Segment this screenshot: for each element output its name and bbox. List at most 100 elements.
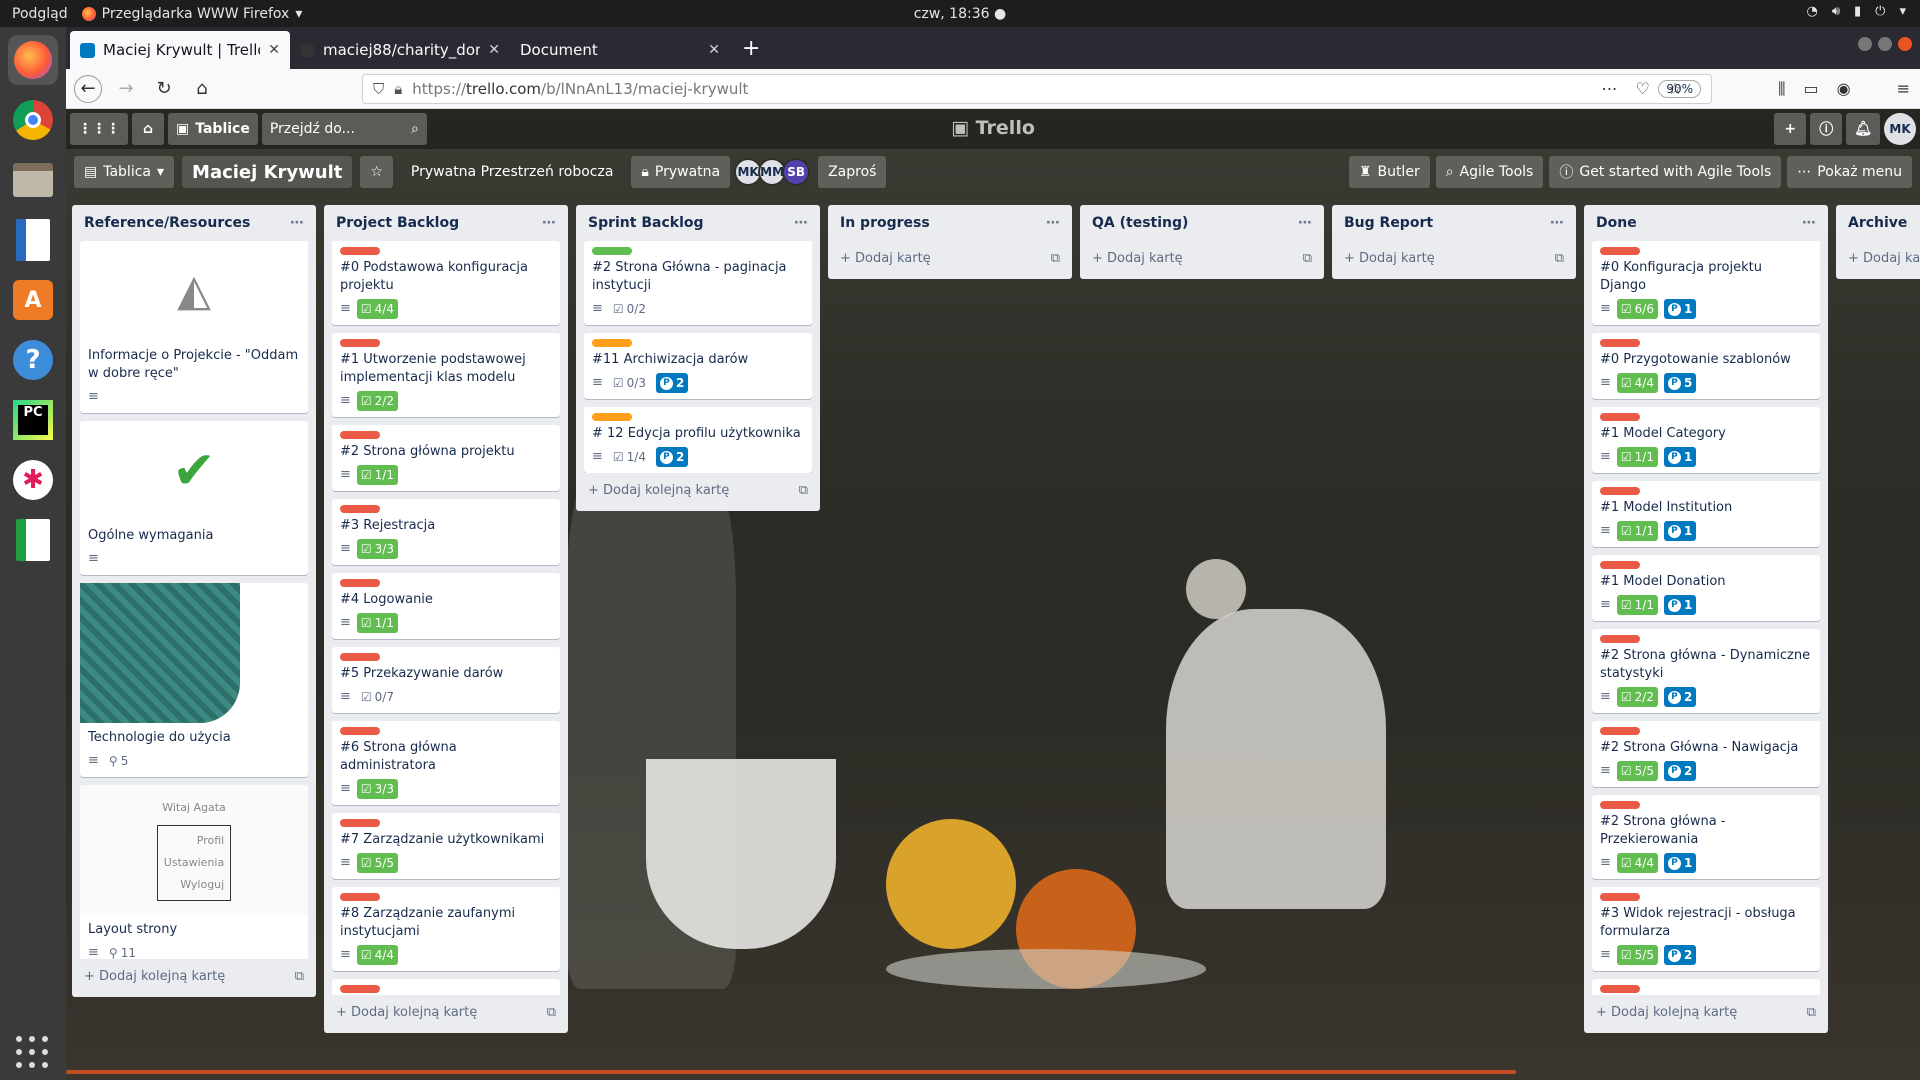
- show-applications-icon[interactable]: [16, 1036, 50, 1070]
- hamburger-menu-icon[interactable]: ≡: [1897, 79, 1910, 99]
- search-input[interactable]: Przejdź do... ⌕: [261, 113, 427, 145]
- invite-button[interactable]: Zaproś: [818, 156, 887, 188]
- card[interactable]: #3 Widok rejestracji - obsługa formularz…: [1592, 887, 1820, 971]
- list-title[interactable]: Sprint Backlog: [588, 215, 704, 231]
- template-icon[interactable]: ⧉: [1555, 251, 1564, 266]
- reload-button[interactable]: ↻: [150, 75, 178, 103]
- close-tab-icon[interactable]: ✕: [708, 42, 720, 58]
- list-menu-icon[interactable]: ⋯: [1802, 215, 1816, 231]
- card[interactable]: #8 Zarządzanie zaufanymi instytucjami ≡ ☑ 4…: [332, 887, 560, 971]
- close-tab-icon[interactable]: ✕: [488, 42, 500, 58]
- add-card-button[interactable]: + Dodaj kartę⧉: [1080, 241, 1324, 275]
- user-avatar[interactable]: MK: [1884, 113, 1916, 145]
- card-label[interactable]: [1600, 413, 1640, 421]
- card-label[interactable]: [592, 339, 632, 347]
- add-card-button[interactable]: + Dodaj kartę⧉: [828, 241, 1072, 275]
- maximize-button[interactable]: [1878, 37, 1892, 51]
- url-bar[interactable]: ⛉ 🔒︎ https://trello.com/b/lNnAnL13/macie…: [362, 73, 1712, 104]
- card[interactable]: #3 Rejestracja ≡ ☑ 3/3: [332, 499, 560, 565]
- agile-tools-button[interactable]: ⌕ Agile Tools: [1435, 156, 1544, 188]
- list-title[interactable]: Project Backlog: [336, 215, 459, 231]
- pycharm-dock-icon[interactable]: PC: [8, 395, 58, 445]
- card[interactable]: #2 Strona Główna - Nawigacja ≡ ☑ 5/5 P 2: [1592, 721, 1820, 787]
- browser-tab-trello[interactable]: Maciej Krywult | Trello ✕: [70, 31, 290, 69]
- card-label[interactable]: [1600, 339, 1640, 347]
- card-label[interactable]: [340, 339, 380, 347]
- add-card-button[interactable]: + Dodaj kolejną kartę ⧉: [324, 995, 568, 1029]
- template-icon[interactable]: ⧉: [1303, 251, 1312, 266]
- chevron-down-icon[interactable]: ▾: [1899, 4, 1906, 19]
- browser-tab-github[interactable]: maciej88/charity_donation ✕: [290, 31, 510, 69]
- card-label[interactable]: [1600, 727, 1640, 735]
- list-header[interactable]: Project Backlog ⋯: [324, 205, 568, 241]
- list-header[interactable]: Sprint Backlog ⋯: [576, 205, 820, 241]
- clock[interactable]: czw, 18:36: [914, 6, 990, 22]
- card[interactable]: #11 Archiwizacja darów ≡ ☑ 0/3 P 2: [584, 333, 812, 399]
- card-label[interactable]: [592, 247, 632, 255]
- power-icon[interactable]: ⏻: [1875, 4, 1885, 19]
- create-button[interactable]: +: [1774, 113, 1807, 145]
- list-menu-icon[interactable]: ⋯: [542, 215, 556, 231]
- card[interactable]: #2 Strona główna projektu ≡ ☑ 1/1: [332, 425, 560, 491]
- minimize-button[interactable]: [1858, 37, 1872, 51]
- butler-button[interactable]: ♜ Butler: [1348, 156, 1430, 188]
- add-card-button[interactable]: + Dodaj kolejną kartę ⧉: [576, 473, 820, 507]
- card-label[interactable]: [340, 579, 380, 587]
- card-label[interactable]: [340, 505, 380, 513]
- list-menu-icon[interactable]: ⋯: [1298, 215, 1312, 231]
- workspace-button[interactable]: Prywatna Przestrzeń robocza: [401, 156, 624, 188]
- card-label[interactable]: [1600, 561, 1640, 569]
- list-menu-icon[interactable]: ⋯: [290, 215, 304, 231]
- horizontal-scrollbar[interactable]: [66, 1070, 1516, 1074]
- list-title[interactable]: In progress: [840, 215, 930, 231]
- card-label[interactable]: [1600, 801, 1640, 809]
- card-label[interactable]: [1600, 247, 1640, 255]
- boards-button[interactable]: ▣ Tablice: [168, 113, 258, 145]
- template-icon[interactable]: ⧉: [1807, 1005, 1816, 1020]
- list-title[interactable]: QA (testing): [1092, 215, 1188, 231]
- add-card-button[interactable]: + Dodaj kolejną kartę ⧉: [1584, 995, 1828, 1029]
- home-button[interactable]: ⌂: [132, 113, 164, 145]
- card-label[interactable]: [340, 985, 380, 993]
- card[interactable]: #7 Zarządzanie użytkownikami ≡ ☑ 5/5: [332, 813, 560, 879]
- card[interactable]: #5 Przekazywanie darów ≡ ☑ 0/7: [332, 647, 560, 713]
- template-icon[interactable]: ⧉: [799, 483, 808, 498]
- board-view-switcher[interactable]: ▤ Tablica ▾: [74, 156, 175, 188]
- visibility-button[interactable]: 🔒︎ Prywatna: [631, 156, 731, 188]
- wifi-icon[interactable]: ◔: [1806, 4, 1817, 19]
- home-button[interactable]: ⌂: [188, 75, 216, 103]
- volume-icon[interactable]: 🔊︎: [1832, 4, 1840, 19]
- list-menu-icon[interactable]: ⋯: [1046, 215, 1060, 231]
- back-button[interactable]: ←: [74, 74, 102, 103]
- list-title[interactable]: Bug Report: [1344, 215, 1433, 231]
- card-label[interactable]: [592, 413, 632, 421]
- files-dock-icon[interactable]: [8, 155, 58, 205]
- show-menu-button[interactable]: ⋯ Pokaż menu: [1787, 156, 1912, 188]
- bookmark-star-icon[interactable]: ☆: [1668, 79, 1682, 99]
- card-label[interactable]: [1600, 985, 1640, 993]
- card[interactable]: #1 Utworzenie podstawowej implementacji …: [332, 333, 560, 417]
- list-header[interactable]: Archive⋯: [1836, 205, 1920, 241]
- writer-dock-icon[interactable]: [8, 215, 58, 265]
- card-label[interactable]: [1600, 893, 1640, 901]
- page-actions-icon[interactable]: ⋯: [1601, 79, 1617, 99]
- card[interactable]: #6 Strona główna administratora ≡ ☑ 3/3: [332, 721, 560, 805]
- list-header[interactable]: QA (testing) ⋯: [1080, 205, 1324, 241]
- add-card-button[interactable]: + Dodaj kartę⧉: [1836, 241, 1920, 275]
- forward-button[interactable]: →: [112, 75, 140, 103]
- list-title[interactable]: Reference/Resources: [84, 215, 250, 231]
- apps-switcher-button[interactable]: ⋮⋮⋮: [70, 113, 128, 145]
- list-header[interactable]: Done ⋯: [1584, 205, 1828, 241]
- info-icon[interactable]: ⓘ: [1810, 113, 1843, 145]
- card[interactable]: #2 Strona główna - Dynamiczne statystyki…: [1592, 629, 1820, 713]
- calc-dock-icon[interactable]: [8, 515, 58, 565]
- card[interactable]: #0 Podstawowa konfiguracja projektu ≡ ☑ 4/4: [332, 241, 560, 325]
- card-label[interactable]: [340, 653, 380, 661]
- url-text[interactable]: https://trello.com/b/lNnAnL13/maciej-kry…: [412, 80, 1648, 98]
- template-icon[interactable]: ⧉: [547, 1005, 556, 1020]
- card[interactable]: Technologie do użycia ≡ ⚲ 5: [80, 583, 308, 777]
- card[interactable]: #0 Konfiguracja projektu Django ≡ ☑ 6/6 P 1: [1592, 241, 1820, 325]
- card[interactable]: #1 Model Donation ≡ ☑ 1/1 P 1: [1592, 555, 1820, 621]
- card[interactable]: Witaj Agata Profil Ustawienia Wyloguj Layout…: [80, 785, 308, 959]
- agile-start-button[interactable]: ⓘ Get started with Agile Tools: [1549, 156, 1782, 188]
